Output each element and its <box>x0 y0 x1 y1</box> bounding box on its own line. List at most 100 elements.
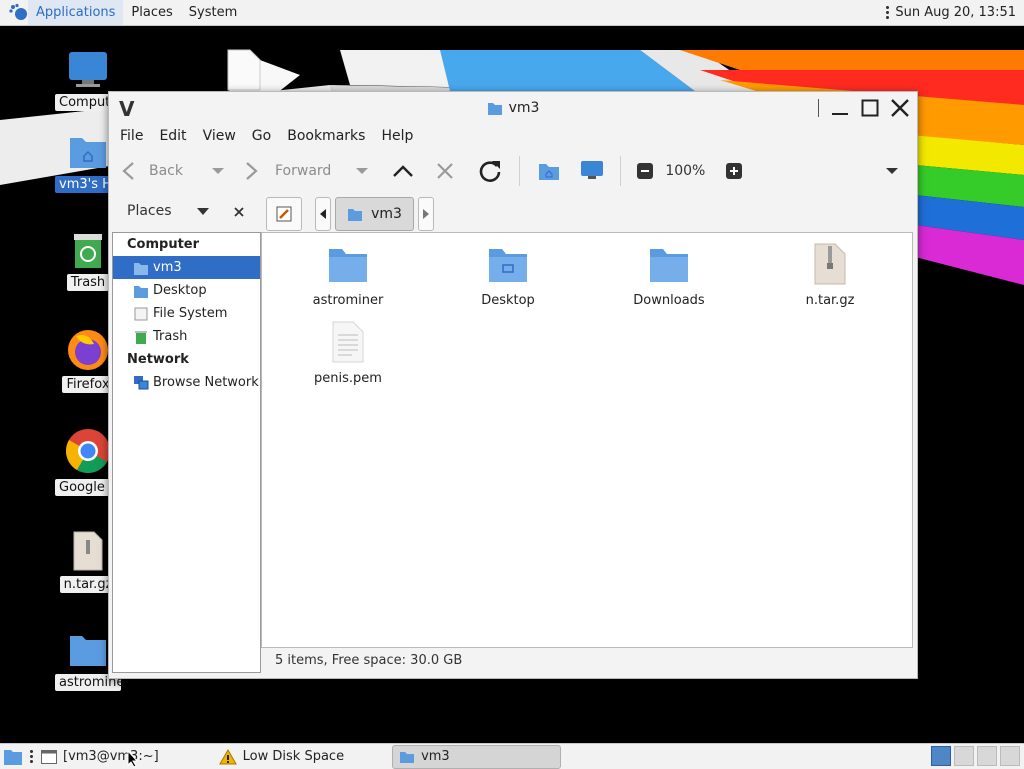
reload-icon[interactable] <box>477 158 503 184</box>
maximize-button[interactable] <box>855 94 885 122</box>
menu-view[interactable]: View <box>195 128 244 144</box>
bottom-panel: [vm3@vm3:~] Low Disk Space vm3 <box>0 743 1024 769</box>
file-view[interactable]: astrominer Desktop Downloads n.tar.gz pe… <box>261 232 913 648</box>
sidebar-item-vm3[interactable]: vm3 <box>113 256 260 279</box>
file-item-downloads[interactable]: Downloads <box>609 245 729 308</box>
show-desktop-icon[interactable] <box>3 748 23 766</box>
sidebar-item-label: vm3 <box>153 260 182 275</box>
menu-bookmarks[interactable]: Bookmarks <box>279 128 373 144</box>
system-menu[interactable]: System <box>181 0 245 25</box>
sidebar-item-label: File System <box>153 306 228 321</box>
workspace-1[interactable] <box>931 746 951 766</box>
network-icon <box>134 375 149 389</box>
task-terminal[interactable]: [vm3@vm3:~] <box>35 746 165 768</box>
chrome-icon <box>66 429 110 473</box>
top-panel: Applications Places System Sun Aug 20, 1… <box>0 0 1024 26</box>
archive-icon <box>814 243 846 285</box>
menu-edit[interactable]: Edit <box>151 128 194 144</box>
computer-icon[interactable] <box>580 160 604 182</box>
firefox-icon <box>68 330 108 370</box>
drive-icon <box>134 307 148 320</box>
up-arrow-icon[interactable] <box>391 161 415 181</box>
file-icon[interactable] <box>226 48 262 92</box>
home-folder-icon <box>487 102 502 115</box>
status-bar: 5 items, Free space: 30.0 GB <box>275 653 463 668</box>
back-button[interactable]: Back <box>121 153 183 189</box>
folder-icon <box>70 636 106 666</box>
clock[interactable]: Sun Aug 20, 13:51 <box>895 5 1016 20</box>
folder-icon <box>650 249 688 282</box>
task-label: vm3 <box>421 749 450 764</box>
chevron-right-icon <box>423 209 429 219</box>
menubar: File Edit View Go Bookmarks Help <box>109 123 917 149</box>
breadcrumb-vm3[interactable]: vm3 <box>335 197 414 231</box>
window-title: vm3 <box>508 99 540 116</box>
path-scroll-left-button[interactable] <box>315 197 331 231</box>
sidebar-item-label: Desktop <box>153 283 207 298</box>
panel-handle-icon <box>30 749 33 764</box>
sidebar-item-label: Browse Network <box>153 375 259 390</box>
task-low-disk-space[interactable]: Low Disk Space <box>213 746 350 768</box>
back-history-dropdown-icon[interactable] <box>211 166 225 176</box>
menu-go[interactable]: Go <box>244 128 279 144</box>
close-button[interactable] <box>885 94 915 122</box>
file-item-desktop[interactable]: Desktop <box>448 245 568 308</box>
file-name: Downloads <box>633 293 705 308</box>
trash-icon <box>135 330 147 344</box>
sidebar-item-desktop[interactable]: Desktop <box>113 279 260 302</box>
workspace-switcher <box>928 746 1020 766</box>
close-sidebar-icon[interactable] <box>233 206 245 218</box>
zoom-out-icon[interactable] <box>637 163 654 179</box>
folder-icon <box>329 249 367 282</box>
stop-icon[interactable] <box>435 161 455 181</box>
file-name: Desktop <box>481 293 535 308</box>
breadcrumb-label: vm3 <box>371 206 402 222</box>
workspace-3[interactable] <box>977 746 997 766</box>
clock-area[interactable]: Sun Aug 20, 13:51 <box>886 0 1016 25</box>
task-label: Low Disk Space <box>242 749 345 764</box>
computer-icon <box>69 52 107 87</box>
toolbar-overflow-icon[interactable] <box>885 166 899 176</box>
sidebar-section-computer: Computer <box>127 237 200 252</box>
workspace-4[interactable] <box>1000 746 1020 766</box>
sidebar-item-file-system[interactable]: File System <box>113 302 260 325</box>
home-folder-icon <box>400 751 415 763</box>
forward-history-dropdown-icon[interactable] <box>355 166 369 176</box>
trash-icon <box>74 234 102 268</box>
file-item-astrominer[interactable]: astrominer <box>288 245 408 308</box>
window-menu-button[interactable]: V <box>119 97 134 121</box>
task-vm3[interactable]: vm3 <box>392 744 562 769</box>
titlebar-separator <box>818 99 819 117</box>
sidebar-mode-dropdown-icon[interactable] <box>197 208 209 216</box>
file-manager-window: V vm3 File Edit View Go Bookmarks Help B… <box>108 91 918 679</box>
minimize-button[interactable] <box>825 94 855 122</box>
home-folder-icon[interactable] <box>538 161 560 181</box>
chevron-left-icon <box>320 209 326 219</box>
edit-location-button[interactable] <box>266 197 302 231</box>
workspace-2[interactable] <box>954 746 974 766</box>
file-name: penis.pem <box>314 371 382 386</box>
file-item-penis-pem[interactable]: penis.pem <box>288 321 408 386</box>
menu-file[interactable]: File <box>112 128 151 144</box>
menu-help[interactable]: Help <box>373 128 421 144</box>
home-folder-icon <box>70 138 106 168</box>
path-scroll-right-button[interactable] <box>418 197 434 231</box>
sidebar-item-trash[interactable]: Trash <box>113 325 260 348</box>
forward-arrow-icon <box>246 162 258 180</box>
zoom-in-icon[interactable] <box>726 163 743 179</box>
sidebar-header[interactable]: Places <box>127 203 172 219</box>
titlebar[interactable]: V vm3 <box>109 92 917 123</box>
home-folder-icon <box>348 209 363 221</box>
file-item-n-tar-gz[interactable]: n.tar.gz <box>770 243 890 308</box>
terminal-icon <box>41 749 57 764</box>
sidebar-item-label: Trash <box>153 329 188 344</box>
sidebar-section-network: Network <box>127 352 189 367</box>
desktop-folder-icon <box>134 285 148 298</box>
back-label: Back <box>149 163 183 179</box>
applications-menu[interactable]: Applications <box>28 0 124 25</box>
places-sidebar: Computer vm3 Desktop File System Trash N… <box>112 232 261 673</box>
toolbar-separator <box>620 156 622 186</box>
forward-button[interactable]: Forward <box>245 153 331 189</box>
sidebar-item-browse-network[interactable]: Browse Network <box>113 371 260 394</box>
places-menu[interactable]: Places <box>123 0 180 25</box>
